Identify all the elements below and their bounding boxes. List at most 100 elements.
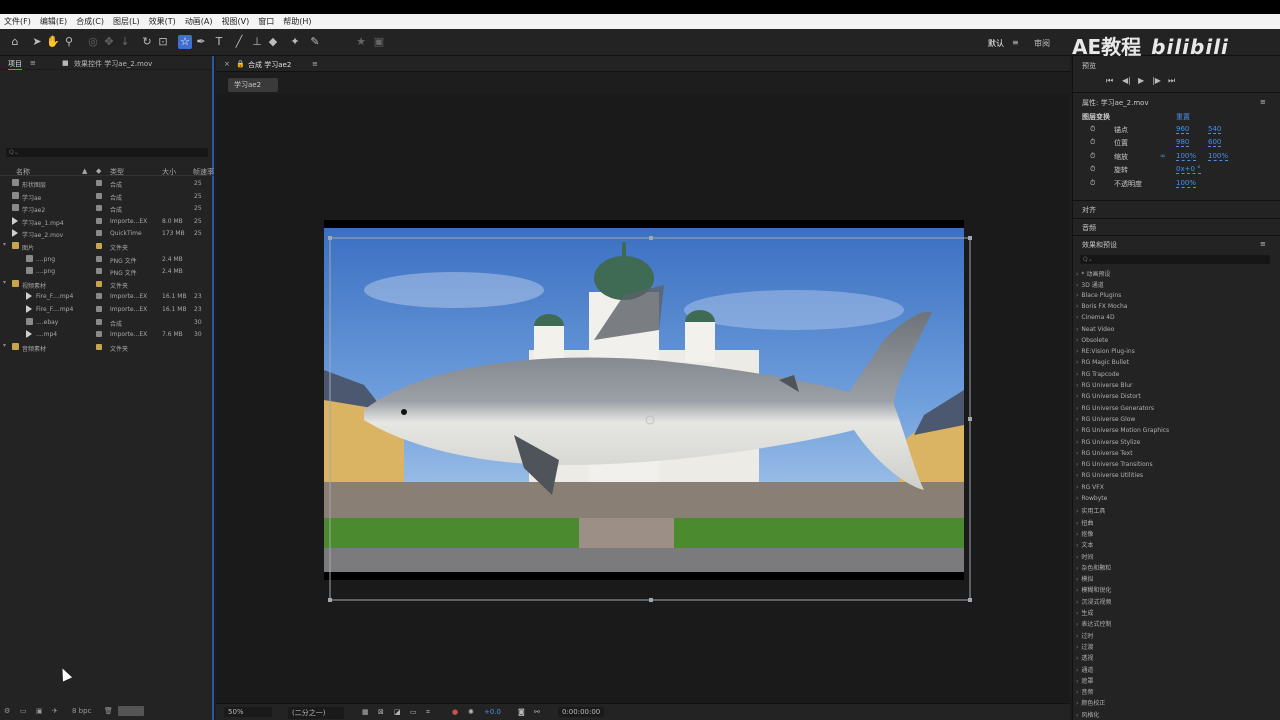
align-panel-title[interactable]: 对齐 [1082, 205, 1096, 215]
label-color-swatch[interactable] [96, 268, 102, 275]
timecode-display[interactable]: 0:00:00:00 [558, 707, 605, 717]
zoom-tool-icon[interactable]: ⚲ [62, 35, 76, 49]
effect-category[interactable]: 风格化 [1076, 710, 1099, 719]
effects-search-input[interactable]: Q⌄ [1080, 255, 1270, 264]
bpc-indicator[interactable]: 8 bpc [72, 707, 91, 715]
effect-category[interactable]: Cinema 4D [1076, 314, 1114, 321]
effect-category[interactable]: 实用工具 [1076, 506, 1105, 515]
new-comp-icon[interactable]: ▣ [36, 707, 43, 715]
handle-bottom-left[interactable] [328, 598, 332, 602]
label-color-swatch[interactable] [96, 205, 102, 212]
project-item[interactable]: Fire_F....mp4 Importe...EX 16.1 MB 23 [0, 303, 214, 315]
label-color-swatch[interactable] [96, 255, 102, 262]
handle-top-right[interactable] [968, 236, 972, 240]
effect-category[interactable]: 文本 [1076, 540, 1093, 549]
rotate-tool-icon[interactable]: ↻ [140, 35, 154, 49]
handle-right[interactable] [968, 417, 972, 421]
effect-category[interactable]: 生成 [1076, 608, 1093, 617]
property-value-2[interactable]: 600 [1208, 138, 1222, 148]
project-item[interactable]: ▾ 图片 文件夹 [0, 240, 214, 252]
menu-item[interactable]: 窗口 [258, 16, 274, 27]
next-frame-icon[interactable]: |▶ [1152, 76, 1161, 85]
stopwatch-icon[interactable]: ⏱ [1090, 179, 1095, 188]
disclosure-triangle-icon[interactable]: ▾ [3, 342, 6, 349]
effect-category[interactable]: 时间 [1076, 552, 1093, 561]
resolution-select[interactable]: (二分之一) [288, 707, 344, 719]
effect-category[interactable]: 过渡 [1076, 642, 1093, 651]
menu-item[interactable]: 编辑(E) [40, 16, 67, 27]
col-size[interactable]: 大小 [162, 167, 176, 177]
star-option-icon[interactable]: ★ [354, 35, 368, 49]
zoom-select[interactable]: 50% [224, 707, 272, 717]
effect-category[interactable]: 音频 [1076, 687, 1093, 696]
snapshot-icon[interactable]: ◙ [514, 707, 529, 717]
property-value-1[interactable]: 100% [1176, 179, 1197, 188]
col-name[interactable]: 名称 [16, 167, 30, 177]
anchor-point-icon[interactable] [645, 415, 655, 425]
project-item[interactable]: Fire_F....mp4 Importe...EX 16.1 MB 23 [0, 290, 214, 302]
render-icon[interactable]: ✈ [52, 707, 58, 715]
workspace-default[interactable]: 默认 [988, 38, 1004, 49]
project-item[interactable]: ....png PNG 文件 2.4 MB [0, 265, 214, 277]
effect-category[interactable]: RG VFX [1076, 484, 1103, 491]
effect-category[interactable]: RG Universe Blur [1076, 382, 1132, 389]
menu-item[interactable]: 帮助(H) [283, 16, 311, 27]
handle-top[interactable] [649, 236, 653, 240]
effect-category[interactable]: 模糊和锐化 [1076, 585, 1111, 594]
label-color-swatch[interactable] [96, 343, 102, 350]
project-item[interactable]: ....mp4 Importe...EX 7.6 MB 30 [0, 328, 214, 340]
project-item[interactable]: 学习ae_2.mov QuickTime 173 MB 25 [0, 227, 214, 239]
properties-menu-icon[interactable]: ≡ [1260, 98, 1266, 106]
effect-category[interactable]: 3D 通道 [1076, 280, 1103, 289]
region-of-interest-icon[interactable]: ▦ [358, 707, 373, 717]
lock-icon[interactable]: 🔒 [236, 60, 245, 68]
property-value-1[interactable]: 100% [1176, 152, 1197, 161]
label-color-swatch[interactable] [96, 280, 102, 287]
color-management-icon[interactable]: ✺ [464, 707, 478, 717]
panel-menu-icon[interactable]: ≡ [30, 59, 36, 67]
channel-icon[interactable]: ● [448, 707, 462, 717]
eraser-tool-icon[interactable]: ◆ [266, 35, 280, 49]
selection-tool-icon[interactable]: ➤ [30, 35, 44, 49]
effect-category[interactable]: RG Universe Text [1076, 450, 1132, 457]
comp-breadcrumb[interactable]: 学习ae2 [228, 78, 278, 92]
label-color-swatch[interactable] [96, 306, 102, 312]
first-frame-icon[interactable]: ⏮ [1106, 76, 1113, 86]
disclosure-triangle-icon[interactable]: ▾ [3, 241, 6, 248]
show-snapshot-icon[interactable]: ⚯ [530, 707, 544, 717]
close-icon[interactable]: × [224, 60, 230, 68]
effect-category[interactable]: RG Universe Transitions [1076, 461, 1152, 468]
effect-category[interactable]: 杂色和颗粒 [1076, 563, 1111, 572]
effect-category[interactable]: 沉浸式视频 [1076, 597, 1111, 606]
transparency-grid-icon[interactable]: ⊠ [374, 707, 388, 717]
menu-item[interactable]: 动画(A) [185, 16, 213, 27]
interpret-footage-icon[interactable]: ⚙ [4, 707, 10, 715]
project-item[interactable]: 学习ae2 合成 25 [0, 202, 214, 214]
effect-category[interactable]: Neat Video [1076, 326, 1114, 333]
project-item[interactable]: ....png PNG 文件 2.4 MB [0, 253, 214, 265]
label-color-swatch[interactable] [96, 217, 102, 224]
handle-top-left[interactable] [328, 236, 332, 240]
project-item[interactable]: 学习ae 合成 25 [0, 190, 214, 202]
pan-behind-tool-icon[interactable]: ⊡ [156, 35, 170, 49]
effect-category[interactable]: 颜色校正 [1076, 698, 1105, 707]
audio-panel-title[interactable]: 音频 [1082, 223, 1096, 233]
effect-category[interactable]: RG Universe Motion Graphics [1076, 427, 1169, 434]
property-value-2[interactable]: 100% [1208, 152, 1229, 161]
constrain-proportions-icon[interactable]: ∞ [1160, 152, 1166, 160]
stopwatch-icon[interactable]: ⏱ [1090, 152, 1095, 161]
guides-icon[interactable]: ▭ [406, 707, 421, 717]
menu-item[interactable]: 效果(T) [149, 16, 176, 27]
comp-menu-icon[interactable]: ≡ [312, 60, 318, 68]
project-item[interactable]: ▾ 音频素材 文件夹 [0, 341, 214, 353]
handle-bottom[interactable] [649, 598, 653, 602]
project-item[interactable]: 形状图层 合成 25 [0, 177, 214, 189]
clone-stamp-tool-icon[interactable]: ⊥ [250, 35, 264, 49]
orbit-camera-icon[interactable]: ◎ [86, 35, 100, 49]
tab-composition[interactable]: 合成 学习ae2 [248, 60, 291, 70]
stopwatch-icon[interactable]: ⏱ [1090, 165, 1095, 174]
effects-presets-title[interactable]: 效果和预设 [1082, 240, 1117, 250]
label-color-swatch[interactable] [96, 243, 102, 249]
mask-toggle-icon[interactable]: ◪ [390, 707, 405, 717]
effect-category[interactable]: RG Universe Glow [1076, 416, 1135, 423]
